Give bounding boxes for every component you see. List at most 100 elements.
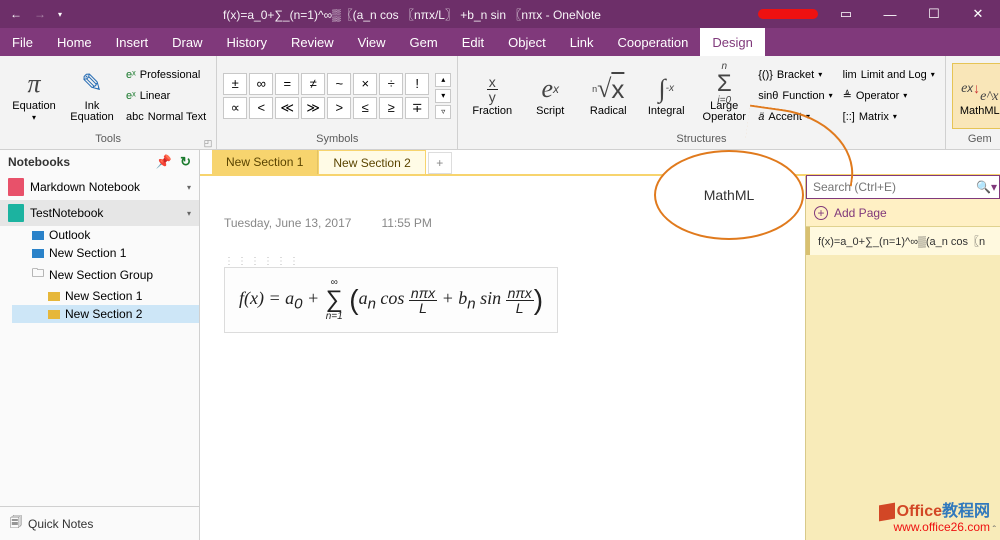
- notebook-item[interactable]: Markdown Notebook▾: [0, 174, 199, 200]
- section-item[interactable]: Outlook: [12, 226, 199, 244]
- ribbon: π Equation ▾ ✎ Ink Equation eˣProfession…: [0, 56, 1000, 150]
- linear-button[interactable]: eˣLinear: [122, 86, 210, 106]
- redaction: [758, 9, 818, 19]
- fraction-button[interactable]: xyFraction: [464, 63, 520, 129]
- tab-gem[interactable]: Gem: [398, 28, 450, 56]
- radical-button[interactable]: n√xRadical: [580, 63, 636, 129]
- symbol-cell[interactable]: >: [327, 97, 351, 119]
- symbol-cell[interactable]: ~: [327, 73, 351, 95]
- symbols-up-icon[interactable]: ▴: [435, 73, 451, 87]
- collapse-ribbon-icon[interactable]: ˆ: [993, 525, 996, 536]
- forward-icon: →: [34, 7, 46, 21]
- matrix-button[interactable]: [::]Matrix▾: [839, 107, 939, 127]
- tab-cooperation[interactable]: Cooperation: [606, 28, 701, 56]
- section-tab[interactable]: New Section 1: [212, 150, 318, 174]
- page-item[interactable]: f(x)=a_0+∑_(n=1)^∞▒(a_n cos〖n: [806, 227, 1000, 255]
- section-item[interactable]: New Section 1: [12, 244, 199, 262]
- symbol-cell[interactable]: ≥: [379, 97, 403, 119]
- section-icon: [32, 231, 44, 240]
- tab-link[interactable]: Link: [558, 28, 606, 56]
- pin-icon[interactable]: 📌: [156, 154, 172, 170]
- tab-history[interactable]: History: [215, 28, 279, 56]
- quick-notes-button[interactable]: 🗐 Quick Notes: [0, 506, 199, 540]
- nav-header: Notebooks: [8, 155, 70, 169]
- qat-dropdown-icon[interactable]: ▾: [58, 10, 62, 19]
- back-icon[interactable]: ←: [10, 7, 22, 21]
- dropdown-icon: ▾: [32, 114, 36, 122]
- tab-insert[interactable]: Insert: [104, 28, 161, 56]
- tab-view[interactable]: View: [346, 28, 398, 56]
- large-operator-button[interactable]: nΣi=0Large Operator: [696, 63, 752, 129]
- integral-button[interactable]: ∫-xIntegral: [638, 63, 694, 129]
- minimize-icon[interactable]: —: [868, 0, 912, 28]
- add-section-button[interactable]: +: [428, 152, 452, 174]
- page-time: 11:55 PM: [381, 216, 431, 230]
- section-tabstrip: New Section 1New Section 2+: [200, 150, 1000, 176]
- dialog-launcher-icon[interactable]: ◰: [204, 138, 213, 149]
- professional-button[interactable]: eˣProfessional: [122, 65, 210, 85]
- tab-home[interactable]: Home: [45, 28, 104, 56]
- function-button[interactable]: sinθFunction▾: [754, 86, 836, 106]
- tab-edit[interactable]: Edit: [450, 28, 496, 56]
- mathml-icon: ex↓e^x: [961, 74, 998, 104]
- sync-icon[interactable]: ↻: [180, 154, 191, 170]
- symbol-cell[interactable]: !: [405, 73, 429, 95]
- tab-design[interactable]: Design: [700, 28, 764, 56]
- add-page-button[interactable]: + Add Page: [806, 199, 1000, 227]
- ink-icon: ✎: [81, 69, 103, 99]
- script-icon: ex: [541, 74, 559, 104]
- maximize-icon[interactable]: ☐: [912, 0, 956, 28]
- symbols-down-icon[interactable]: ▾: [435, 89, 451, 103]
- script-button[interactable]: exScript: [522, 63, 578, 129]
- symbol-cell[interactable]: ∝: [223, 97, 247, 119]
- section-icon: [32, 249, 44, 258]
- container-grip-icon[interactable]: ⋮⋮⋮⋮⋮⋮: [224, 256, 781, 267]
- close-icon[interactable]: ✕: [956, 0, 1000, 28]
- equation-container[interactable]: f(x) = a0 + ∞∑n=1 (an cos nπxL + bn sin …: [224, 267, 558, 333]
- equation-button[interactable]: π Equation ▾: [6, 63, 62, 129]
- fraction-icon: xy: [487, 74, 498, 104]
- tab-object[interactable]: Object: [496, 28, 558, 56]
- notebook-item[interactable]: TestNotebook▾: [0, 200, 199, 226]
- ribbon-options-icon[interactable]: ▭: [824, 0, 868, 28]
- section-icon: [48, 310, 60, 319]
- section-item[interactable]: New Section 2: [12, 305, 199, 323]
- mathml-button[interactable]: ex↓e^x MathML: [952, 63, 1000, 129]
- symbol-cell[interactable]: ×: [353, 73, 377, 95]
- ink-equation-button[interactable]: ✎ Ink Equation: [66, 63, 118, 129]
- symbol-cell[interactable]: ≠: [301, 73, 325, 95]
- symbol-cell[interactable]: =: [275, 73, 299, 95]
- group-gem: ex↓e^x MathML Gem ˆ: [946, 56, 1000, 149]
- watermark: Office教程网 www.office26.com: [879, 503, 990, 534]
- operator-button[interactable]: ≜Operator▾: [839, 86, 939, 106]
- symbol-cell[interactable]: ≪: [275, 97, 299, 119]
- symbol-cell[interactable]: ≫: [301, 97, 325, 119]
- plus-icon: +: [814, 206, 828, 220]
- bracket-button[interactable]: {()}Bracket▾: [754, 65, 836, 85]
- tab-review[interactable]: Review: [279, 28, 346, 56]
- sigma-icon: nΣi=0: [715, 69, 734, 99]
- quicknotes-icon: 🗐: [10, 513, 22, 534]
- symbols-more-icon[interactable]: ▿: [435, 105, 451, 119]
- page-date: Tuesday, June 13, 2017: [224, 216, 351, 230]
- symbol-cell[interactable]: ∞: [249, 73, 273, 95]
- notebook-icon: [8, 178, 24, 196]
- menubar: FileHomeInsertDrawHistoryReviewViewGemEd…: [0, 28, 1000, 56]
- normal-text-button[interactable]: abcNormal Text: [122, 107, 210, 127]
- tab-draw[interactable]: Draw: [160, 28, 214, 56]
- symbol-cell[interactable]: ≤: [353, 97, 377, 119]
- group-symbols: ±∞=≠~×÷!∝<≪≫>≤≥∓▴▾▿ Symbols: [217, 56, 458, 149]
- window-title: f(x)=a_0+∑_(n=1)^∞▒〖(a_n cos 〖nπx/L〗 +b_…: [72, 6, 752, 23]
- section-item[interactable]: New Section 1: [12, 287, 199, 305]
- section-tab[interactable]: New Section 2: [318, 150, 425, 174]
- symbol-cell[interactable]: <: [249, 97, 273, 119]
- symbol-cell[interactable]: ±: [223, 73, 247, 95]
- limit-button[interactable]: limLimit and Log▾: [839, 65, 939, 85]
- symbol-cell[interactable]: ∓: [405, 97, 429, 119]
- search-icon[interactable]: 🔍▾: [974, 180, 999, 194]
- tab-file[interactable]: File: [0, 28, 45, 56]
- section-group-item[interactable]: 🗀New Section Group: [12, 262, 199, 287]
- folder-icon: 🗀: [32, 264, 44, 285]
- symbol-cell[interactable]: ÷: [379, 73, 403, 95]
- integral-icon: ∫-x: [659, 74, 674, 104]
